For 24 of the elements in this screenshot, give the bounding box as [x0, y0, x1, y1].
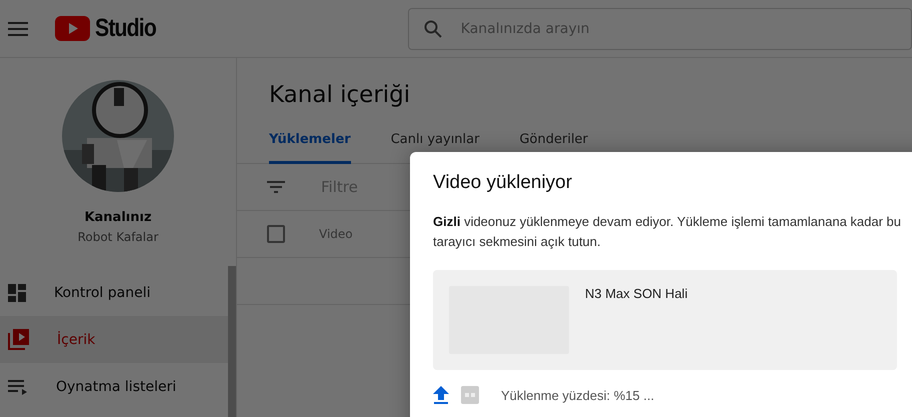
nav-item[interactable]: Oynatma listeleri: [0, 363, 228, 410]
video-title: N3 Max SON Hali: [585, 286, 688, 303]
scrollbar-thumb[interactable]: [228, 266, 236, 417]
page-title: Kanal içeriği: [269, 82, 412, 108]
upload-status: Yüklenme yüzdesi: %15 ...: [501, 388, 654, 402]
play-logo-icon: [55, 16, 90, 41]
video-library-icon: [8, 329, 29, 350]
channel-name: Robot Kafalar: [76, 230, 160, 244]
upload-icon: [433, 386, 449, 404]
menu-button[interactable]: [8, 22, 28, 36]
playlist-icon: [8, 378, 28, 394]
sd-icon: [461, 386, 479, 404]
checkbox[interactable]: [267, 225, 285, 243]
dashboard-icon: [8, 284, 26, 302]
channel-label: Kanalınız: [83, 210, 153, 225]
dialog-message: Gizli videonuz yüklenmeye devam ediyor. Yükleme işlemi tamamlanana kadar bu tarayıcı sekmesini açık tutun.: [433, 213, 902, 251]
filter-icon: [267, 181, 285, 193]
tab[interactable]: Yüklemeler: [269, 132, 351, 164]
nav-item[interactable]: Kontrol paneli: [0, 269, 228, 316]
dialog-title: Video yükleniyor: [433, 172, 574, 194]
column-header: Video: [319, 227, 353, 241]
logo-text: Studio: [95, 14, 156, 43]
search-icon: [424, 20, 442, 38]
nav-item[interactable]: İçerik: [0, 316, 228, 363]
